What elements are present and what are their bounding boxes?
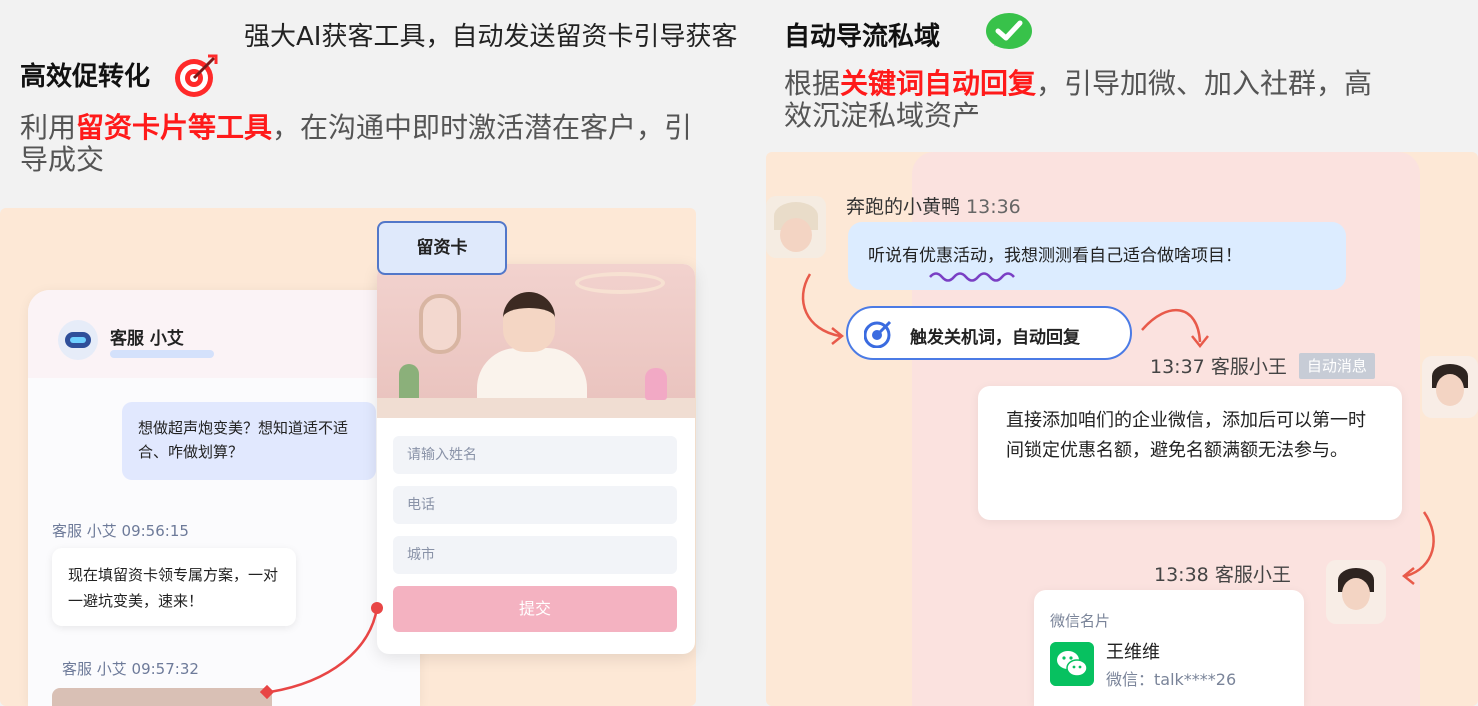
target-arrow-icon bbox=[864, 320, 892, 348]
user-message-bubble: 听说有优惠活动，我想测测看自己适合做啥项目！ bbox=[848, 222, 1346, 290]
wechat-contact-name: 王维维 bbox=[1106, 642, 1160, 663]
wechat-logo-icon bbox=[1050, 642, 1094, 686]
agent-reply-bubble: 直接添加咱们的企业微信，添加后可以第一时间锁定优惠名额，避免名额满额无法参与。 bbox=[978, 386, 1402, 520]
wechat-contact-id: 微信：talk****26 bbox=[1106, 670, 1237, 689]
agent-status-bar bbox=[110, 350, 214, 358]
reply-header: 13:37 客服小王 自动消息 bbox=[1150, 352, 1375, 379]
user-time: 13:36 bbox=[966, 196, 1021, 218]
trigger-keyword-pill: 触发关机词，自动回复 bbox=[846, 306, 1132, 360]
curved-arrow-icon bbox=[1401, 511, 1435, 585]
wechat-card-label: 微信名片 bbox=[1050, 612, 1111, 630]
top-banner-text: 强大AI获客工具，自动发送留资卡引导获客 bbox=[244, 22, 738, 52]
user-avatar bbox=[766, 196, 826, 258]
card-agent-name: 客服小王 bbox=[1214, 564, 1291, 586]
target-icon bbox=[175, 54, 218, 97]
wechat-check-icon bbox=[986, 13, 1032, 49]
keyword-underline-icon bbox=[929, 272, 1015, 282]
reply-time: 13:37 bbox=[1150, 356, 1205, 378]
agent-name: 客服 小艾 bbox=[110, 329, 184, 349]
connector-arrow-icon bbox=[260, 602, 383, 700]
user-name-line: 奔跑的小黄鸭 13:36 bbox=[846, 192, 1021, 219]
auto-message-badge: 自动消息 bbox=[1298, 353, 1375, 379]
submit-button[interactable]: 提交 bbox=[393, 586, 677, 632]
agent-avatar bbox=[1326, 560, 1386, 624]
agent-avatar bbox=[1422, 356, 1478, 418]
trigger-label: 触发关机词，自动回复 bbox=[910, 328, 1080, 348]
left-section-title: 高效促转化 bbox=[20, 62, 151, 92]
card-time: 13:38 bbox=[1154, 564, 1209, 586]
phone-input[interactable]: 电话 bbox=[393, 486, 677, 524]
user-name: 奔跑的小黄鸭 bbox=[846, 196, 961, 218]
chat-header: 客服 小艾 bbox=[28, 290, 420, 378]
card-header: 13:38 客服小王 bbox=[1154, 560, 1291, 587]
left-description-highlight: 留资卡片等工具 bbox=[76, 111, 273, 144]
name-input[interactable]: 请输入姓名 bbox=[393, 436, 677, 474]
message-timestamp: 客服 小艾 09:56:15 bbox=[52, 522, 189, 540]
wechat-contact-card[interactable]: 微信名片 王维维 微信：talk****26 bbox=[1034, 590, 1304, 706]
form-card-tag: 留资卡 bbox=[377, 221, 507, 275]
curved-arrow-icon bbox=[1141, 308, 1209, 349]
left-section-description: 利用留资卡片等工具，在沟通中即时激活潜在客户，引导成交 bbox=[20, 111, 693, 176]
right-section-description: 根据关键词自动回复，引导加微、加入社群，高效沉淀私域资产 bbox=[784, 67, 1373, 132]
customer-message-bubble: 想做超声炮变美？想知道适不适合、咋做划算？ bbox=[122, 402, 376, 480]
card-preview-thumbnail[interactable] bbox=[52, 688, 272, 706]
right-description-highlight: 关键词自动回复 bbox=[840, 67, 1037, 100]
reply-agent-name: 客服小王 bbox=[1210, 356, 1287, 378]
message-timestamp: 客服 小艾 09:57:32 bbox=[62, 660, 199, 678]
city-input[interactable]: 城市 bbox=[393, 536, 677, 574]
lead-form-card: 请输入姓名 电话 城市 提交 bbox=[377, 264, 695, 654]
form-cover-image bbox=[377, 264, 695, 418]
right-section-title: 自动导流私域 bbox=[784, 22, 941, 52]
robot-avatar-icon bbox=[58, 320, 98, 360]
